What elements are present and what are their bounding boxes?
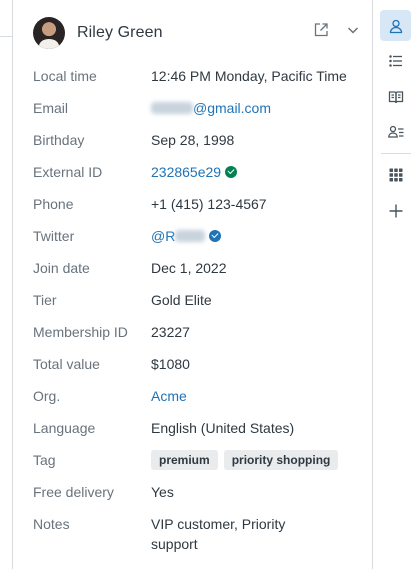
external-link-icon	[314, 23, 328, 37]
field-label: Twitter	[33, 228, 75, 244]
rail-user-list-button[interactable]	[380, 116, 411, 147]
redacted-text	[175, 230, 206, 242]
rail-add-button[interactable]	[380, 195, 411, 226]
user-icon	[389, 19, 402, 33]
email-domain: @gmail.com	[193, 100, 272, 116]
field-value: 12:46 PM Monday, Pacific Time	[151, 68, 347, 84]
book-icon	[388, 90, 403, 103]
field-phone: Phone +1 (415) 123-4567	[33, 188, 363, 220]
verified-check-icon	[209, 230, 222, 242]
field-label: Org.	[33, 388, 61, 404]
field-membership-id: Membership ID 23227	[33, 316, 363, 348]
rail-apps-button[interactable]	[380, 159, 411, 190]
field-external-id: External ID 232865e29	[33, 156, 363, 188]
field-tier: Tier Gold Elite	[33, 284, 363, 316]
field-label: Email	[33, 100, 69, 116]
field-label: Language	[33, 420, 96, 436]
field-label: Tier	[33, 292, 57, 308]
rail-knowledge-button[interactable]	[380, 81, 411, 112]
field-value: VIP customer, Priority support	[151, 516, 286, 552]
org-link[interactable]: Acme	[151, 388, 187, 404]
field-label: External ID	[33, 164, 103, 180]
field-label: Tag	[33, 452, 56, 468]
field-value: English (United States)	[151, 420, 295, 436]
field-label: Birthday	[33, 132, 85, 148]
field-label: Local time	[33, 68, 97, 84]
open-profile-button[interactable]	[311, 20, 331, 40]
field-label: Notes	[33, 516, 70, 532]
field-label: Free delivery	[33, 484, 114, 500]
verified-check-icon	[225, 166, 238, 178]
customer-fields: Local time 12:46 PM Monday, Pacific Time…	[33, 60, 363, 568]
redacted-text	[151, 102, 193, 114]
field-value: $1080	[151, 356, 190, 372]
field-birthday: Birthday Sep 28, 1998	[33, 124, 363, 156]
field-value: Gold Elite	[151, 292, 212, 308]
field-tag: Tag premium priority shopping	[33, 444, 363, 476]
collapse-panel-button[interactable]	[343, 20, 363, 40]
rail-list-button[interactable]	[380, 45, 411, 76]
tag-premium: premium	[151, 450, 218, 470]
panel-header: Riley Green	[13, 0, 372, 64]
external-id-link[interactable]: 232865e29	[151, 164, 238, 180]
field-value: Dec 1, 2022	[151, 260, 227, 276]
field-language: Language English (United States)	[33, 412, 363, 444]
chevron-down-icon	[347, 27, 359, 34]
avatar	[33, 17, 65, 49]
tag-list: premium priority shopping	[151, 450, 339, 470]
email-link[interactable]: @gmail.com	[151, 100, 271, 116]
user-list-icon	[387, 125, 403, 138]
field-free-delivery: Free delivery Yes	[33, 476, 363, 508]
field-value: Yes	[151, 484, 174, 500]
list-icon	[388, 54, 402, 67]
background-divider	[0, 36, 12, 37]
field-total-value: Total value $1080	[33, 348, 363, 380]
field-local-time: Local time 12:46 PM Monday, Pacific Time	[33, 60, 363, 92]
field-value: 23227	[151, 324, 190, 340]
plus-icon	[389, 204, 402, 217]
rail-customer-button[interactable]	[380, 10, 411, 41]
rail-divider	[381, 153, 411, 154]
customer-name: Riley Green	[77, 24, 163, 41]
apps-grid-icon	[389, 168, 402, 181]
field-label: Phone	[33, 196, 74, 212]
customer-context-panel: Riley Green Local time 12:46 PM Monday, …	[12, 0, 373, 569]
field-twitter: Twitter @R	[33, 220, 363, 252]
twitter-handle: @R	[151, 228, 176, 244]
field-label: Membership ID	[33, 324, 128, 340]
field-label: Join date	[33, 260, 90, 276]
tag-priority-shopping: priority shopping	[223, 450, 339, 470]
field-email: Email @gmail.com	[33, 92, 363, 124]
field-notes: Notes VIP customer, Priority support	[33, 508, 363, 568]
app-rail	[373, 0, 418, 569]
field-join-date: Join date Dec 1, 2022	[33, 252, 363, 284]
field-value: Sep 28, 1998	[151, 132, 235, 148]
field-org: Org. Acme	[33, 380, 363, 412]
external-id-value: 232865e29	[151, 164, 222, 180]
twitter-link[interactable]: @R	[151, 228, 222, 244]
field-value: +1 (415) 123-4567	[151, 196, 267, 212]
field-label: Total value	[33, 356, 100, 372]
